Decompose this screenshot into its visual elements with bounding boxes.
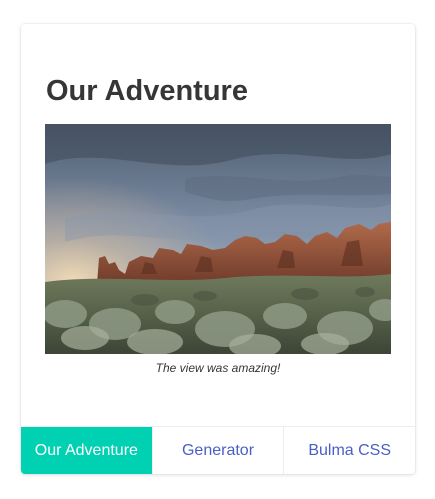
card-title: Our Adventure (46, 75, 248, 107)
image-caption: The view was amazing! (155, 361, 281, 375)
card-content: Our Adventure The view was amazing! (21, 24, 415, 426)
footer-link-our-adventure[interactable]: Our Adventure (21, 427, 152, 474)
footer-link-generator[interactable]: Generator (151, 427, 284, 474)
adventure-card: Our Adventure The view was amazing! Our … (21, 24, 415, 474)
footer-link-bulma-css[interactable]: Bulma CSS (283, 427, 415, 474)
card-footer: Our Adventure Generator Bulma CSS (21, 426, 415, 474)
landscape-photo (45, 124, 391, 354)
landscape-image (45, 124, 391, 354)
